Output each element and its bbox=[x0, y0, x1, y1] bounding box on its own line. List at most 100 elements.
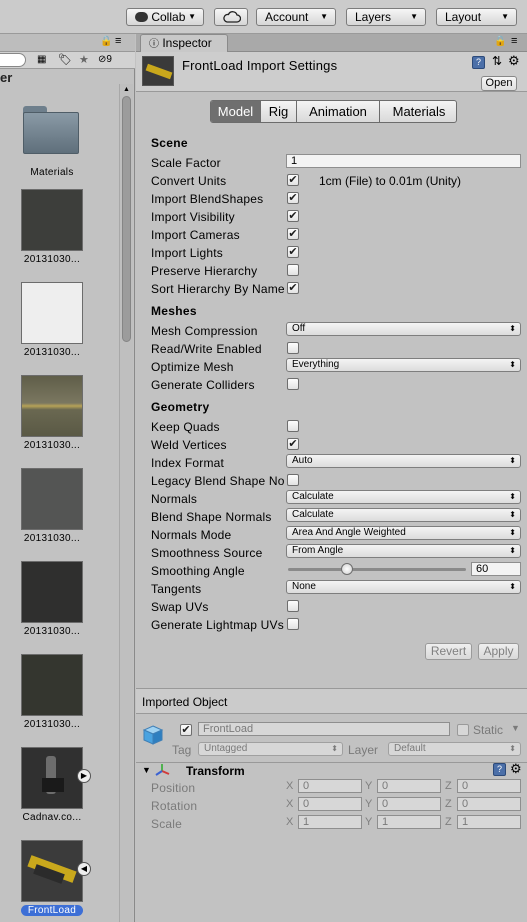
weld-vertices-checkbox[interactable]: ✔ bbox=[287, 438, 299, 450]
scrollbar-thumb[interactable] bbox=[122, 96, 131, 342]
help-book-icon[interactable]: ? bbox=[493, 763, 506, 776]
normals-dropdown[interactable]: Calculate ⬍ bbox=[286, 490, 521, 504]
asset-model[interactable]: ▶ Cadnav.co... bbox=[15, 747, 91, 823]
smoothing-angle-field[interactable]: 60 bbox=[471, 562, 521, 576]
help-book-icon[interactable]: ? bbox=[472, 56, 485, 69]
panel-title-fragment: er bbox=[0, 70, 13, 85]
apply-button[interactable]: Apply bbox=[478, 643, 519, 660]
asset-texture[interactable]: 20131030... bbox=[15, 654, 89, 730]
position-x-field[interactable]: 0 bbox=[298, 779, 362, 793]
generate-lightmap-uvs-label: Generate Lightmap UVs bbox=[151, 618, 284, 632]
scale-z-field[interactable]: 1 bbox=[457, 815, 521, 829]
lock-icon[interactable]: 🔒 bbox=[100, 36, 112, 47]
import-cameras-checkbox[interactable]: ✔ bbox=[287, 228, 299, 240]
cloud-services-button[interactable] bbox=[214, 8, 248, 26]
layer-dropdown[interactable]: Default ⬍ bbox=[388, 742, 521, 756]
read-write-checkbox[interactable] bbox=[287, 342, 299, 354]
static-checkbox[interactable] bbox=[457, 724, 469, 736]
rotation-z-field[interactable]: 0 bbox=[457, 797, 521, 811]
section-scene: Scene bbox=[151, 136, 188, 150]
tab-materials[interactable]: Materials bbox=[380, 101, 456, 122]
generate-lightmap-uvs-checkbox[interactable] bbox=[287, 618, 299, 630]
asset-model-selected[interactable]: ◀ FrontLoad bbox=[15, 840, 91, 916]
visibility-count[interactable]: ⊘9 bbox=[98, 54, 112, 65]
revert-button[interactable]: Revert bbox=[425, 643, 472, 660]
foldout-arrow-icon[interactable]: ▼ bbox=[142, 765, 151, 775]
mesh-compression-dropdown[interactable]: Off ⬍ bbox=[286, 322, 521, 336]
tangents-dropdown[interactable]: None ⬍ bbox=[286, 580, 521, 594]
import-lights-checkbox[interactable]: ✔ bbox=[287, 246, 299, 258]
gear-icon[interactable]: ⚙ bbox=[508, 53, 520, 69]
asset-texture[interactable]: 20131030... bbox=[15, 189, 89, 265]
expand-arrow-icon[interactable]: ▶ bbox=[77, 769, 91, 783]
rotation-y-field[interactable]: 0 bbox=[377, 797, 441, 811]
position-z-field[interactable]: 0 bbox=[457, 779, 521, 793]
tab-inspector[interactable]: ⓘ Inspector bbox=[140, 34, 228, 52]
model-thumbnail bbox=[21, 747, 83, 809]
project-search-input[interactable] bbox=[0, 53, 26, 67]
legacy-blend-checkbox[interactable] bbox=[287, 474, 299, 486]
active-checkbox[interactable]: ✔ bbox=[180, 724, 192, 736]
normals-mode-dropdown[interactable]: Area And Angle Weighted ⬍ bbox=[286, 526, 521, 540]
tab-rig[interactable]: Rig bbox=[261, 101, 297, 122]
scale-factor-field[interactable]: 1 bbox=[286, 154, 521, 168]
account-dropdown[interactable]: Account ▼ bbox=[256, 8, 336, 26]
panel-menu-icon[interactable]: ≡ bbox=[115, 35, 121, 47]
filter-by-label-icon[interactable]: 🏷 bbox=[58, 53, 72, 66]
tag-dropdown[interactable]: Untagged ⬍ bbox=[198, 742, 343, 756]
swap-uvs-checkbox[interactable] bbox=[287, 600, 299, 612]
generate-colliders-checkbox[interactable] bbox=[287, 378, 299, 390]
collab-button[interactable]: Collab ▼ bbox=[126, 8, 204, 26]
slider-knob[interactable] bbox=[341, 563, 354, 575]
asset-texture[interactable]: 20131030... bbox=[15, 375, 89, 451]
gear-icon[interactable]: ⚙ bbox=[510, 761, 522, 777]
inspector-panel: ⓘ Inspector 🔒 ≡ FrontLoad Import Setting… bbox=[136, 34, 527, 922]
layers-dropdown[interactable]: Layers ▼ bbox=[346, 8, 426, 26]
panel-menu-icon[interactable]: ≡ bbox=[511, 35, 517, 47]
sort-hierarchy-checkbox[interactable]: ✔ bbox=[287, 282, 299, 294]
preset-icon[interactable]: ⇅ bbox=[492, 54, 502, 68]
scale-y-field[interactable]: 1 bbox=[377, 815, 441, 829]
smoothing-angle-slider[interactable] bbox=[288, 563, 466, 575]
tab-model[interactable]: Model bbox=[211, 101, 261, 122]
inspector-header: FrontLoad Import Settings ? ⇅ ⚙ Open bbox=[136, 52, 527, 92]
asset-texture[interactable]: 20131030... bbox=[15, 468, 89, 544]
smoothing-angle-label: Smoothing Angle bbox=[151, 564, 245, 578]
project-scrollbar[interactable]: ▲ bbox=[119, 84, 133, 922]
asset-texture[interactable]: 20131030... bbox=[15, 282, 89, 358]
keep-quads-checkbox[interactable] bbox=[287, 420, 299, 432]
asset-folder-materials[interactable]: Materials bbox=[15, 102, 89, 178]
tab-animation[interactable]: Animation bbox=[297, 101, 380, 122]
blend-shape-normals-dropdown[interactable]: Calculate ⬍ bbox=[286, 508, 521, 522]
filter-by-type-icon[interactable]: ▦ bbox=[37, 54, 46, 65]
convert-units-checkbox[interactable]: ✔ bbox=[287, 174, 299, 186]
swap-uvs-label: Swap UVs bbox=[151, 600, 209, 614]
dropdown-value: Default bbox=[394, 743, 426, 754]
rotation-x-field[interactable]: 0 bbox=[298, 797, 362, 811]
import-blendshapes-checkbox[interactable]: ✔ bbox=[287, 192, 299, 204]
smoothness-source-dropdown[interactable]: From Angle ⬍ bbox=[286, 544, 521, 558]
lock-icon[interactable]: 🔒 bbox=[494, 36, 506, 47]
mesh-compression-label: Mesh Compression bbox=[151, 324, 258, 338]
object-name-field[interactable]: FrontLoad bbox=[198, 722, 450, 736]
asset-texture[interactable]: 20131030... bbox=[15, 561, 89, 637]
scale-x-field[interactable]: 1 bbox=[298, 815, 362, 829]
open-button[interactable]: Open bbox=[481, 76, 517, 91]
axis-label-y: Y bbox=[365, 798, 373, 810]
layout-dropdown[interactable]: Layout ▼ bbox=[436, 8, 517, 26]
preserve-hierarchy-checkbox[interactable] bbox=[287, 264, 299, 276]
index-format-dropdown[interactable]: Auto ⬍ bbox=[286, 454, 521, 468]
optimize-mesh-dropdown[interactable]: Everything ⬍ bbox=[286, 358, 521, 372]
chevron-down-icon[interactable]: ▼ bbox=[511, 723, 520, 733]
generate-colliders-label: Generate Colliders bbox=[151, 378, 255, 392]
collapse-arrow-icon[interactable]: ◀ bbox=[77, 862, 91, 876]
import-visibility-checkbox[interactable]: ✔ bbox=[287, 210, 299, 222]
favorite-star-icon[interactable]: ★ bbox=[79, 53, 89, 66]
scroll-up-icon[interactable]: ▲ bbox=[123, 86, 130, 93]
position-y-field[interactable]: 0 bbox=[377, 779, 441, 793]
updown-arrow-icon: ⬍ bbox=[509, 582, 516, 591]
texture-thumbnail bbox=[21, 654, 83, 716]
dropdown-value: Auto bbox=[292, 455, 313, 466]
folder-icon bbox=[21, 102, 83, 164]
asset-label: 20131030... bbox=[23, 347, 81, 358]
